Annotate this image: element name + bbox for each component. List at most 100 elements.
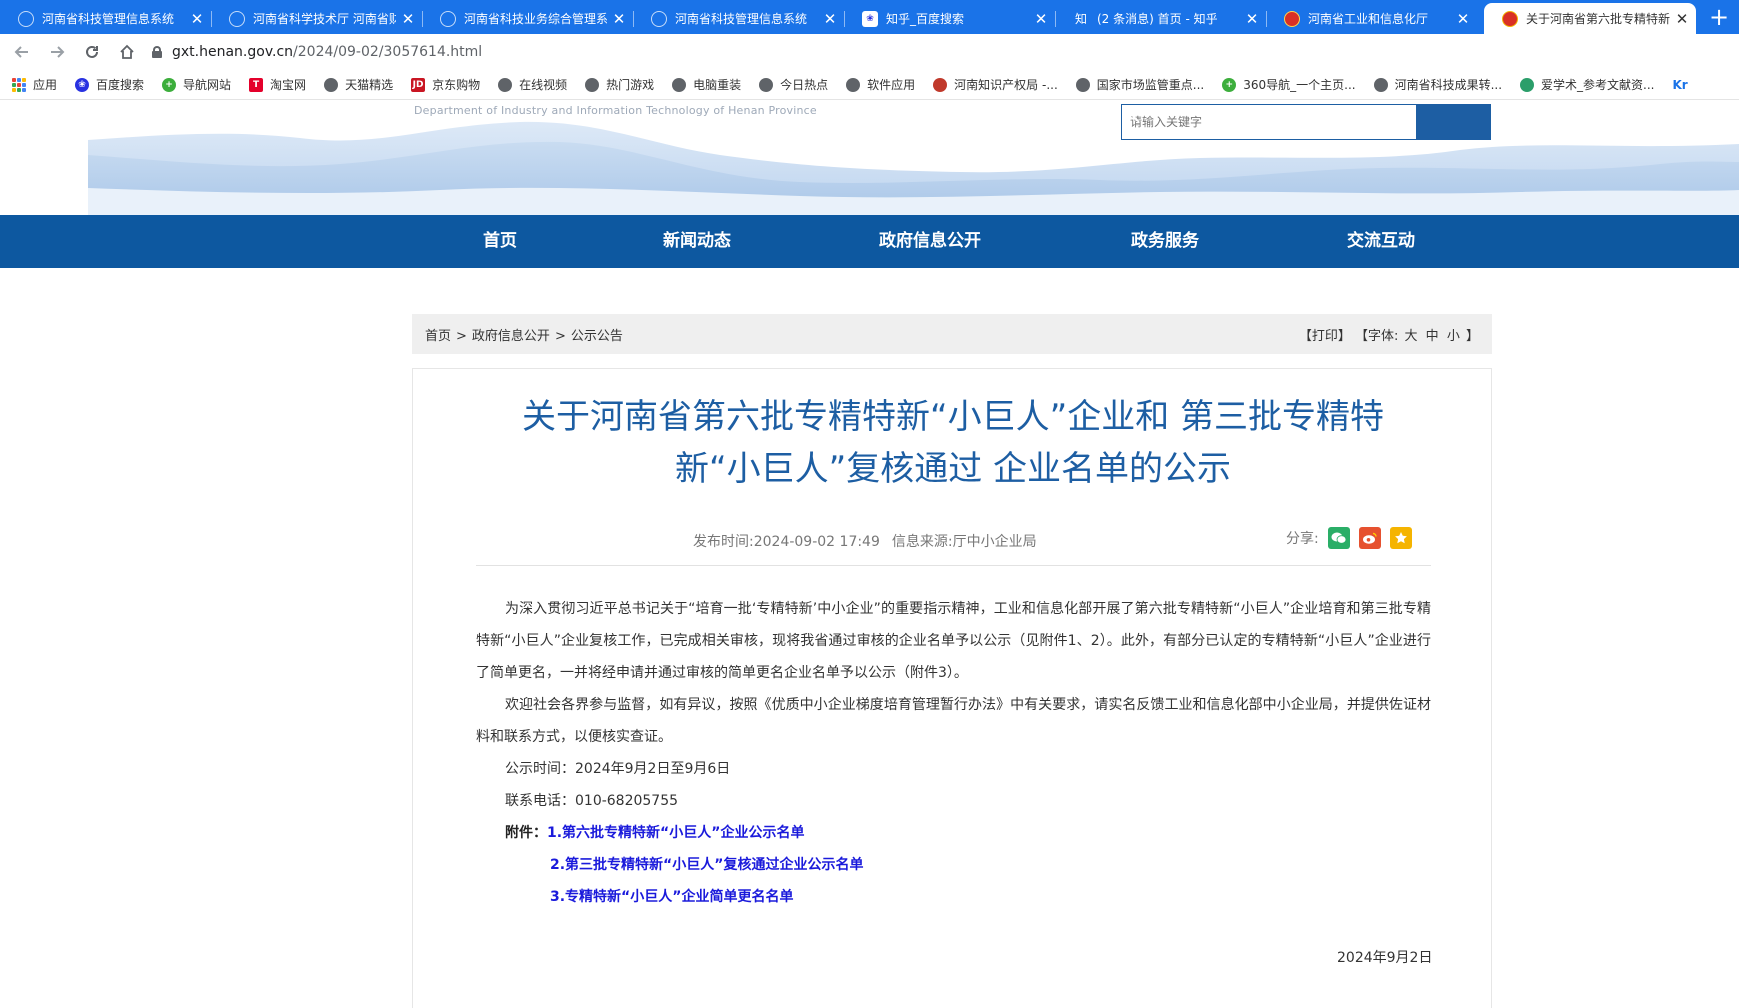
tab-title: 关于河南省第六批专精特新 — [1526, 12, 1670, 26]
paragraph: 欢迎社会各界参与监督，如有异议，按照《优质中小企业梯度培育管理暂行办法》中有关要… — [476, 697, 1431, 745]
taobao-icon: T — [249, 77, 264, 92]
bookmark-item[interactable]: 天猫精选 — [324, 76, 399, 93]
browser-tab[interactable]: 知 (2 条消息) 首页 - 知乎 ✕ — [1055, 3, 1267, 34]
wechat-icon[interactable] — [1327, 527, 1350, 549]
globe-icon — [1373, 77, 1388, 92]
close-icon[interactable]: ✕ — [1033, 10, 1049, 28]
browser-tab-active[interactable]: 关于河南省第六批专精特新 ✕ — [1484, 3, 1696, 34]
tab-title: 河南省工业和信息化厅 — [1308, 12, 1429, 26]
font-small-link[interactable]: 小 — [1447, 329, 1460, 344]
tab-title: (2 条消息) 首页 - 知乎 — [1097, 12, 1218, 26]
nav-services[interactable]: 政务服务 — [1131, 215, 1199, 268]
nav-gov-info[interactable]: 政府信息公开 — [879, 215, 981, 268]
bookmark-item[interactable]: JD 京东购物 — [411, 76, 486, 93]
breadcrumb-home[interactable]: 首页 — [425, 329, 451, 344]
browser-tab[interactable]: 河南省科学技术厅 河南省财 ✕ — [211, 3, 423, 34]
search-icon — [1122, 105, 1140, 123]
browser-tab[interactable]: 河南省科技业务综合管理系 ✕ — [422, 3, 634, 34]
browser-tab[interactable]: 河南省科技管理信息系统 ✕ — [633, 3, 845, 34]
bookmark-item[interactable]: 在线视频 — [498, 76, 573, 93]
breadcrumb: 首页 > 政府信息公开 > 公示公告 【打印】 【字体: 大 中 小 】 — [412, 314, 1492, 354]
close-icon[interactable]: ✕ — [822, 10, 838, 28]
jd-icon: JD — [411, 77, 426, 92]
lock-icon — [152, 46, 162, 58]
font-size-label: 【字体: — [1354, 328, 1399, 344]
bookmark-item[interactable]: 热门游戏 — [585, 76, 660, 93]
globe-icon — [324, 77, 339, 92]
favorite-star-icon[interactable] — [1389, 527, 1412, 549]
bookmark-item[interactable]: 河南省科技成果转... — [1373, 76, 1508, 93]
bookmark-item[interactable]: +360导航_一个主页... — [1222, 76, 1361, 93]
tab-title: 河南省科技管理信息系统 — [42, 12, 175, 26]
font-large-link[interactable]: 大 — [1405, 329, 1418, 344]
search-input[interactable] — [1121, 104, 1416, 140]
article-panel: 关于河南省第六批专精特新“小巨人”企业和 第三批专精特 新“小巨人”复核通过 企… — [412, 368, 1492, 1008]
zhihu-icon: 知 — [1074, 12, 1087, 26]
site-search — [1121, 104, 1491, 140]
article-title: 关于河南省第六批专精特新“小巨人”企业和 第三批专精特 新“小巨人”复核通过 企… — [521, 397, 1385, 489]
weibo-icon[interactable] — [1358, 527, 1381, 549]
bookmark-item[interactable]: 爱学术_参考文献资... — [1520, 76, 1660, 93]
close-icon[interactable]: ✕ — [1674, 10, 1690, 28]
browser-tab[interactable]: 河南省工业和信息化厅 ✕ — [1266, 3, 1477, 34]
divider — [476, 565, 1431, 566]
browser-tab[interactable]: ❀ 知乎_百度搜索 ✕ — [844, 3, 1056, 34]
bookmarks-bar: 应用 ❀ 百度搜索 + 导航网站 T 淘宝网 天猫精选 JD 京东购物 在线视频 热门游… — [0, 70, 1739, 100]
back-arrow-icon[interactable] — [9, 39, 35, 65]
globe-icon — [672, 77, 687, 92]
bookmark-item[interactable]: Kr — [1672, 78, 1693, 92]
breadcrumb-gov-info[interactable]: 政府信息公开 — [472, 329, 550, 344]
breadcrumb-trail: 首页 > 政府信息公开 > 公示公告 — [425, 328, 623, 344]
nav-home[interactable]: 首页 — [483, 215, 517, 268]
emblem-icon — [1502, 10, 1518, 27]
globe-icon — [585, 77, 600, 92]
forward-arrow-icon[interactable] — [44, 39, 70, 65]
browser-tab[interactable]: 河南省科技管理信息系统 ✕ — [0, 3, 212, 34]
breadcrumb-notices[interactable]: 公示公告 — [571, 329, 623, 344]
bookmark-item[interactable]: ❀ 百度搜索 — [75, 76, 150, 93]
address-bar[interactable]: gxt.henan.gov.cn/2024/09-02/3057614.html — [152, 38, 1712, 66]
info-source: 厅中小企业局 — [952, 534, 1037, 550]
new-tab-button[interactable]: + — [1705, 4, 1733, 32]
nav-interaction[interactable]: 交流互动 — [1347, 215, 1415, 268]
close-icon[interactable]: ✕ — [189, 10, 205, 28]
bookmark-item[interactable]: 国家市场监管重点... — [1075, 76, 1210, 93]
nav-news[interactable]: 新闻动态 — [663, 215, 731, 268]
close-icon[interactable]: ✕ — [1455, 10, 1471, 28]
ip-office-icon — [933, 77, 948, 92]
print-link[interactable]: 【打印】 — [1299, 329, 1351, 344]
article-body: 为深入贯彻习近平总书记关于“培育一批‘专精特新’中小企业”的重要指示精神，工业和… — [476, 593, 1431, 817]
globe-icon — [18, 10, 34, 27]
globe-icon — [1075, 77, 1090, 92]
main-nav: 首页 新闻动态 政府信息公开 政务服务 交流互动 — [0, 215, 1739, 268]
globe-icon — [440, 10, 456, 27]
attachment-link-1[interactable]: 1.第六批专精特新“小巨人”企业公示名单 — [547, 825, 804, 841]
tab-title: 河南省科技业务综合管理系 — [464, 12, 607, 26]
font-medium-link[interactable]: 中 — [1426, 329, 1439, 344]
home-icon[interactable] — [114, 39, 140, 65]
bookmark-item[interactable]: 河南知识产权局 -... — [933, 76, 1064, 93]
paragraph: 为深入贯彻习近平总书记关于“培育一批‘专精特新’中小企业”的重要指示精神，工业和… — [476, 601, 1431, 681]
publish-time: 2024-09-02 17:49 — [753, 534, 880, 550]
bookmark-item[interactable]: 电脑重装 — [672, 76, 747, 93]
bookmark-apps[interactable]: 应用 — [12, 76, 63, 93]
url-text: gxt.henan.gov.cn/2024/09-02/3057614.html — [172, 44, 483, 60]
close-icon[interactable]: ✕ — [1244, 10, 1260, 28]
close-icon[interactable]: ✕ — [611, 10, 627, 28]
attachments-label: 附件： — [505, 825, 547, 841]
search-button[interactable] — [1122, 104, 1491, 140]
bookmark-item[interactable]: + 导航网站 — [162, 76, 237, 93]
bookmark-item[interactable]: 今日热点 — [759, 76, 834, 93]
tab-title: 河南省科学技术厅 河南省财 — [253, 12, 396, 26]
attachment-link-3[interactable]: 3.专精特新“小巨人”企业简单更名名单 — [550, 889, 793, 905]
attachment-link-2[interactable]: 2.第三批专精特新“小巨人”复核通过企业公示名单 — [550, 857, 863, 873]
contact-phone: 联系电话：010-68205755 — [505, 793, 679, 809]
signature-date: 2024年9月2日 — [1337, 950, 1433, 966]
globe-icon — [846, 77, 861, 92]
globe-icon — [759, 77, 774, 92]
360-icon: + — [162, 77, 177, 92]
close-icon[interactable]: ✕ — [400, 10, 416, 28]
reload-icon[interactable] — [79, 39, 105, 65]
bookmark-item[interactable]: 软件应用 — [846, 76, 921, 93]
bookmark-item[interactable]: T 淘宝网 — [249, 76, 312, 93]
